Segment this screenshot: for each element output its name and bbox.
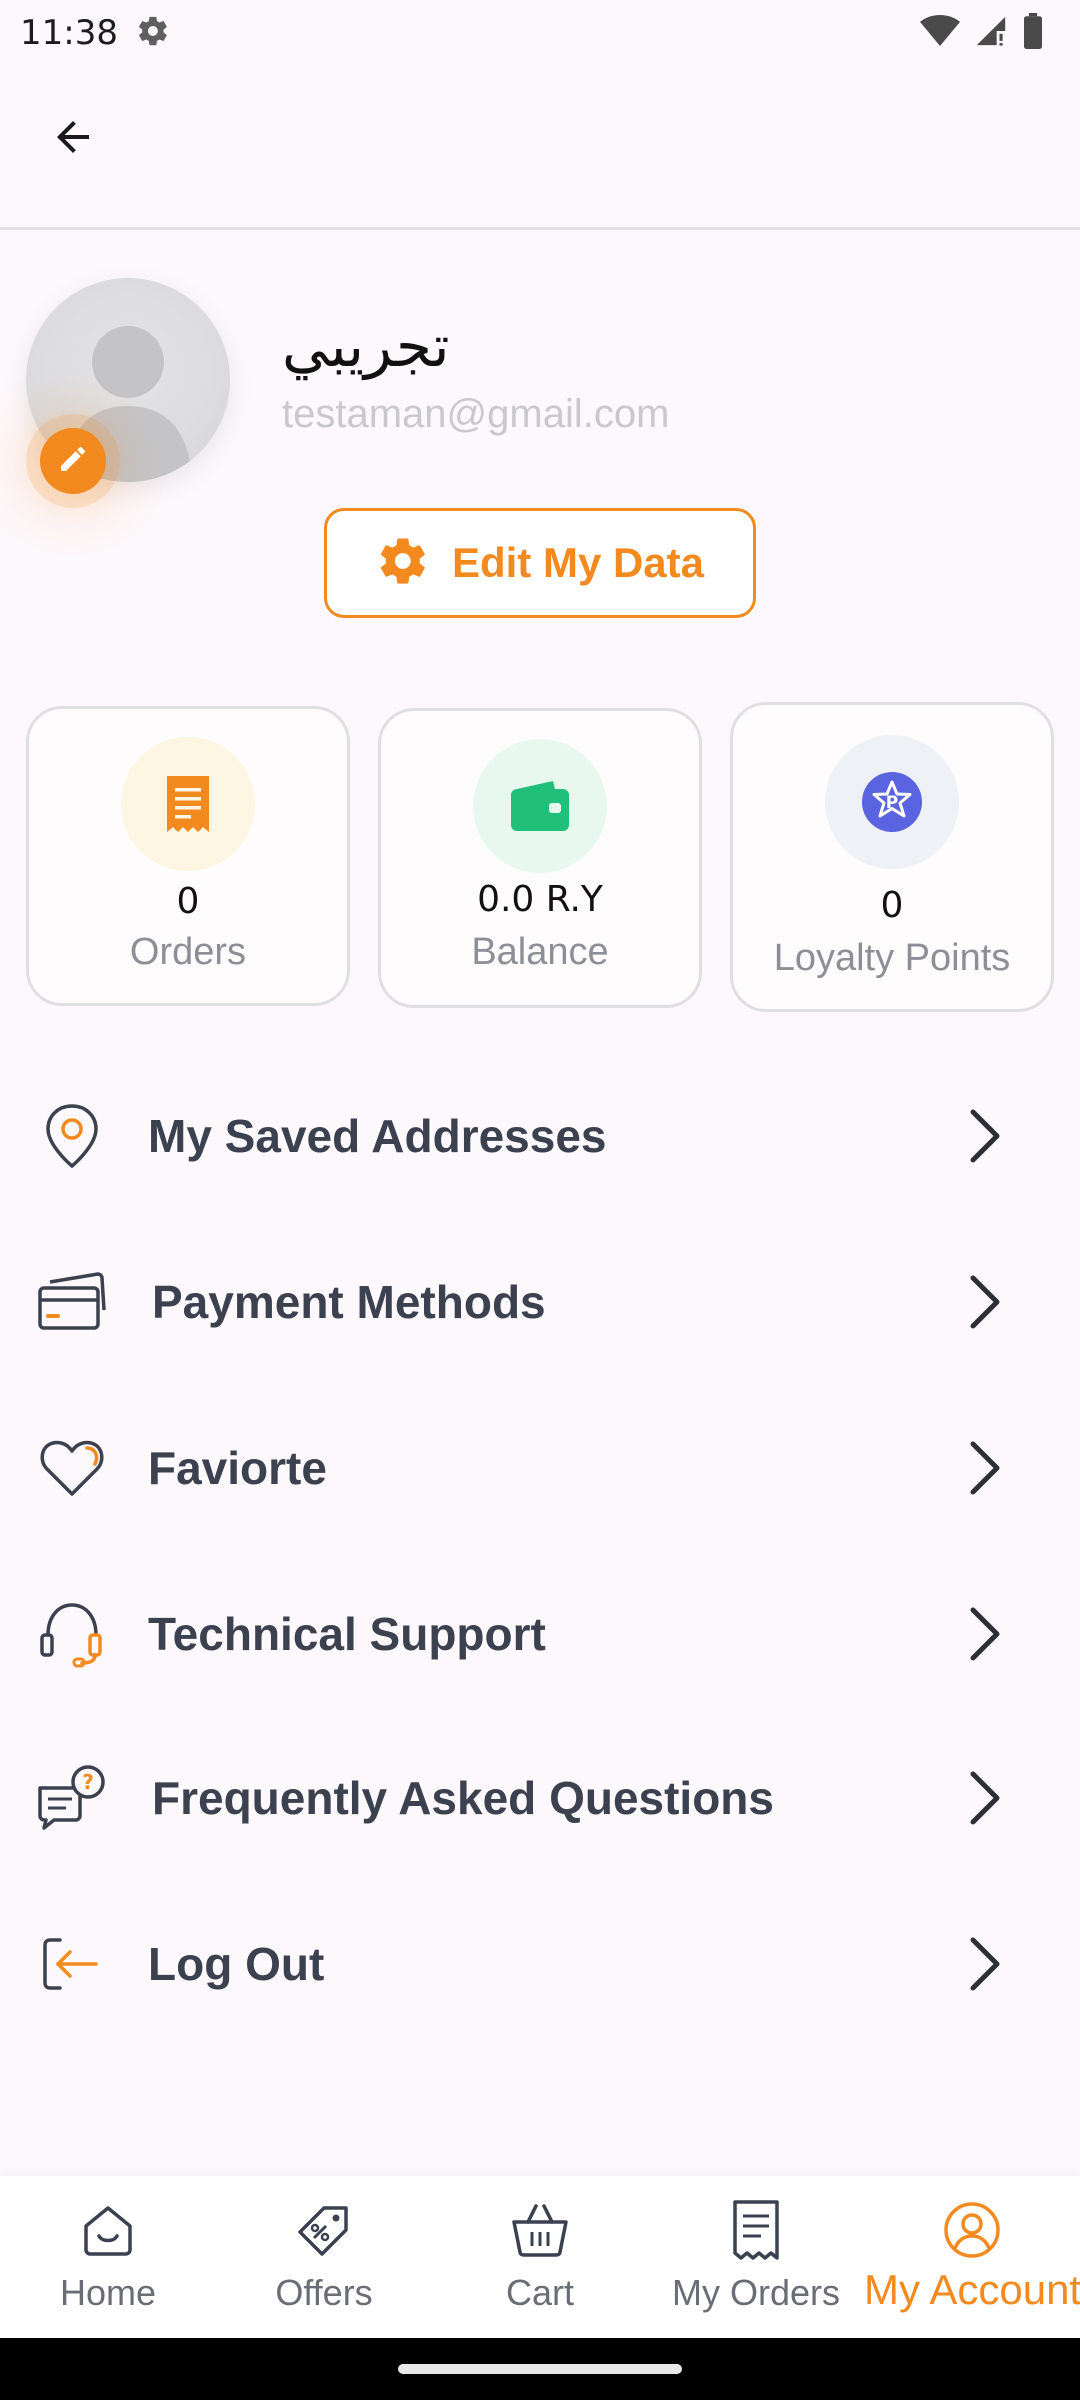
cell-signal-icon xyxy=(974,14,1008,53)
chevron-right-icon xyxy=(960,1599,1010,1669)
status-time: 11:38 xyxy=(20,13,118,53)
svg-text:P: P xyxy=(886,793,898,813)
menu-item-payment-methods[interactable]: Payment Methods xyxy=(0,1232,1080,1372)
chevron-right-icon xyxy=(960,1929,1010,1999)
user-name: تجريبي xyxy=(282,312,450,380)
location-pin-icon xyxy=(34,1098,110,1174)
menu-label: Faviorte xyxy=(148,1442,327,1494)
nav-item-cart[interactable]: Cart xyxy=(432,2176,648,2338)
stat-value: 0 xyxy=(880,885,904,926)
stat-card-balance[interactable]: 0.0 R.Y Balance xyxy=(378,708,702,1008)
nav-label: My Account xyxy=(864,2266,1080,2313)
status-bar: 11:38 xyxy=(0,0,1080,66)
nav-label: Home xyxy=(59,2272,157,2313)
home-icon xyxy=(76,2198,140,2262)
chevron-right-icon xyxy=(960,1763,1010,1833)
back-button[interactable] xyxy=(38,104,108,174)
app-bar xyxy=(0,66,1080,230)
pencil-icon xyxy=(57,443,89,480)
system-gesture-area xyxy=(0,2338,1080,2400)
stat-label: Balance xyxy=(471,931,609,973)
tag-icon xyxy=(292,2198,356,2262)
menu-label: Payment Methods xyxy=(152,1276,546,1328)
home-gesture-handle[interactable] xyxy=(398,2364,682,2374)
gear-icon xyxy=(376,534,430,593)
edit-my-data-label: Edit My Data xyxy=(451,539,705,586)
wifi-icon xyxy=(920,14,960,53)
receipt-icon xyxy=(121,737,255,871)
stat-card-loyalty-points[interactable]: P 0 Loyalty Points xyxy=(730,702,1054,1012)
nav-label: Cart xyxy=(505,2272,574,2313)
menu-item-faq[interactable]: ? Frequently Asked Questions xyxy=(0,1728,1080,1868)
user-email: testaman@gmail.com xyxy=(282,392,670,436)
faq-chat-icon: ? xyxy=(34,1760,110,1836)
menu-label: My Saved Addresses xyxy=(148,1110,607,1162)
stat-label: Loyalty Points xyxy=(773,937,1011,979)
menu-label: Frequently Asked Questions xyxy=(152,1772,774,1824)
wallet-icon xyxy=(473,739,607,873)
stat-label: Orders xyxy=(129,931,247,973)
loyalty-badge-icon: P xyxy=(825,735,959,869)
nav-item-home[interactable]: Home xyxy=(0,2176,216,2338)
menu-item-favorite[interactable]: Faviorte xyxy=(0,1398,1080,1538)
logout-icon xyxy=(34,1926,110,2002)
edit-my-data-button[interactable]: Edit My Data xyxy=(324,508,756,618)
chevron-right-icon xyxy=(960,1101,1010,1171)
arrow-left-icon xyxy=(49,113,97,166)
battery-icon xyxy=(1022,12,1044,54)
headset-icon xyxy=(34,1596,110,1672)
menu-label: Log Out xyxy=(148,1938,325,1990)
bottom-nav: Home Offers Cart My Orders My Account xyxy=(0,2176,1080,2338)
menu-label: Technical Support xyxy=(148,1608,546,1660)
menu-item-technical-support[interactable]: Technical Support xyxy=(0,1564,1080,1704)
nav-label: Offers xyxy=(275,2272,373,2313)
stat-value: 0 xyxy=(176,881,200,922)
nav-item-my-account[interactable]: My Account xyxy=(864,2176,1080,2338)
nav-item-offers[interactable]: Offers xyxy=(216,2176,432,2338)
basket-icon xyxy=(508,2198,572,2262)
menu-item-log-out[interactable]: Log Out xyxy=(0,1894,1080,2034)
chevron-right-icon xyxy=(960,1267,1010,1337)
heart-icon xyxy=(34,1430,110,1506)
chevron-right-icon xyxy=(960,1433,1010,1503)
nav-item-my-orders[interactable]: My Orders xyxy=(648,2176,864,2338)
stat-value: 0.0 R.Y xyxy=(477,879,603,920)
account-icon xyxy=(940,2198,1004,2262)
stat-card-orders[interactable]: 0 Orders xyxy=(26,706,350,1006)
gear-icon xyxy=(136,14,170,53)
nav-label: My Orders xyxy=(671,2272,840,2313)
credit-card-icon xyxy=(34,1264,110,1340)
edit-avatar-button[interactable] xyxy=(40,428,106,494)
svg-text:?: ? xyxy=(82,1770,94,1794)
menu-item-saved-addresses[interactable]: My Saved Addresses xyxy=(0,1066,1080,1206)
orders-list-icon xyxy=(724,2198,788,2262)
